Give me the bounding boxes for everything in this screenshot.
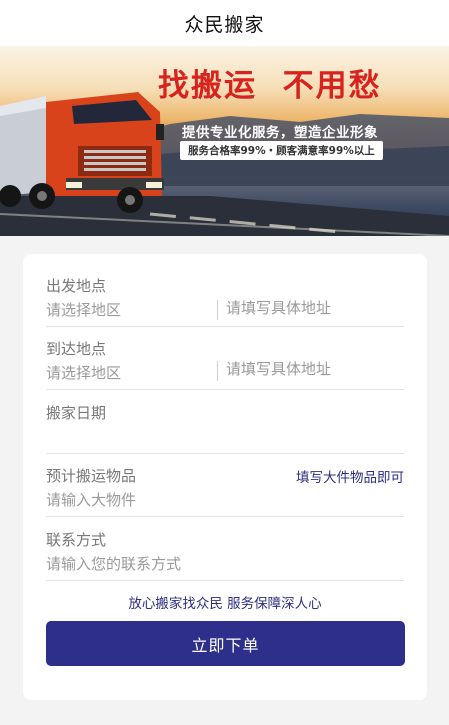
items-field: 预计搬运物品 填写大件物品即可 [46,462,404,517]
origin-label: 出发地点 [46,277,107,295]
destination-field: 到达地点 [46,335,404,390]
banner-stats-badge: 服务合格率99%・顾客满意率99%以上 [180,141,383,160]
banner-subline: 提供专业化服务，塑造企业形象 [182,125,378,141]
destination-region-select[interactable] [46,364,206,382]
origin-address-input[interactable] [226,299,404,317]
items-hint-link[interactable]: 填写大件物品即可 [296,466,404,486]
page-title: 众民搬家 [0,0,449,46]
items-input[interactable] [46,491,346,509]
destination-divider [217,361,218,381]
place-order-button[interactable]: 立即下单 [46,621,405,666]
order-form-card: 出发地点 到达地点 搬家日期 预计搬运物品 填写大件物品即可 联系方式 放心搬家… [23,254,427,700]
destination-label: 到达地点 [46,340,107,358]
items-label: 预计搬运物品 [46,467,137,485]
contact-label: 联系方式 [46,531,107,549]
destination-address-input[interactable] [226,360,404,378]
banner-headline: 找搬运 不用愁 [158,68,382,104]
origin-region-select[interactable] [46,301,206,319]
service-slogan: 放心搬家找众民 服务保障深人心 [128,596,322,612]
contact-input[interactable] [46,555,346,573]
moving-date-field[interactable]: 搬家日期 [46,399,404,454]
promo-banner: 找搬运 不用愁 提供专业化服务，塑造企业形象 服务合格率99%・顾客满意率99%… [0,46,449,236]
moving-date-label: 搬家日期 [46,404,107,422]
origin-field: 出发地点 [46,272,404,327]
origin-divider [217,300,218,320]
contact-field: 联系方式 [46,526,404,581]
